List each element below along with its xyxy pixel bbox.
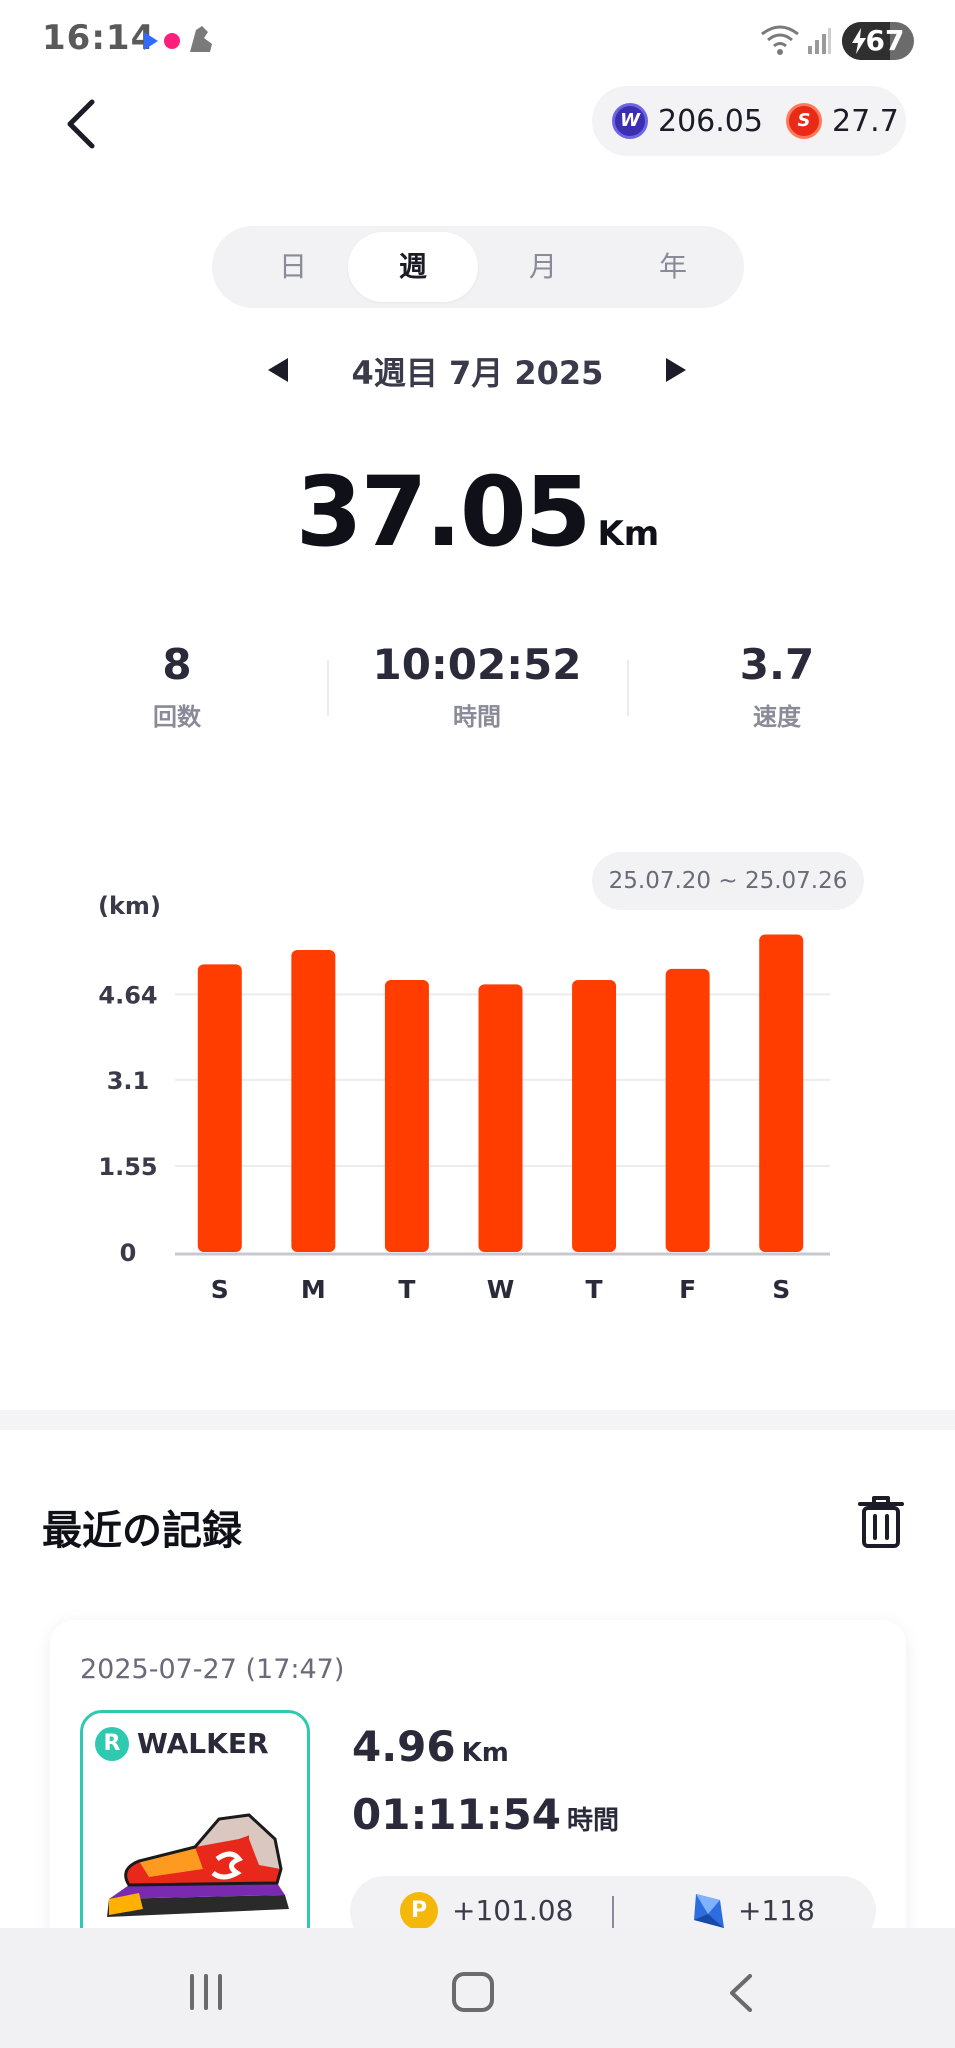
x-tick-label: T [586, 1275, 603, 1304]
bar [665, 968, 710, 1252]
rarity-badge: R [95, 1727, 129, 1761]
balance-s: 27.7 [832, 104, 899, 139]
stat-time: 10:02:52 時間 [372, 640, 582, 731]
bar [759, 934, 804, 1252]
week-navigator: 4週目 7月 2025 [0, 340, 955, 400]
previous-week-icon[interactable] [268, 358, 288, 382]
reward-gems: +118 [738, 1894, 815, 1927]
record-time: 01:11:54 時間 [352, 1790, 619, 1839]
token-balance[interactable]: W 206.05 S 27.7 [592, 86, 906, 156]
x-tick-label: M [301, 1275, 326, 1304]
weekly-distance-chart: (km) 0 1.55 3.1 4.64 S M T W T F S [98, 892, 830, 1304]
bar [384, 979, 429, 1252]
bar [572, 979, 617, 1252]
tab-week[interactable]: 週 [348, 232, 478, 302]
trash-icon[interactable] [856, 1494, 906, 1550]
stat-speed: 3.7 速度 [739, 640, 815, 731]
tab-year[interactable]: 年 [608, 232, 738, 302]
balance-w: 206.05 [658, 104, 763, 139]
recent-records-title: 最近の記録 [42, 1508, 242, 1554]
w-coin-icon: W [612, 103, 648, 139]
signal-icon [808, 28, 831, 54]
bar [291, 949, 336, 1252]
status-bar: 16:14 67 [0, 0, 955, 84]
reward-divider [612, 1896, 614, 1928]
home-icon[interactable] [452, 1972, 494, 2012]
week-label: 4週目 7月 2025 [351, 354, 604, 392]
y-tick-label: 4.64 [98, 981, 157, 1009]
section-divider [0, 1410, 955, 1430]
tab-month[interactable]: 月 [478, 232, 608, 302]
status-time: 16:14 [42, 18, 156, 58]
system-navigation-bar [0, 1928, 955, 2048]
period-tabs: 日 週 月 年 [212, 226, 744, 308]
x-tick-label: S [211, 1275, 229, 1304]
battery-indicator: 67 [842, 22, 914, 60]
recent-apps-icon[interactable] [186, 1974, 226, 2010]
gem-icon [694, 1894, 724, 1928]
sneaker-notification-icon [190, 26, 212, 52]
total-distance-value: 37.05 [295, 456, 592, 568]
x-tick-label: T [398, 1275, 415, 1304]
y-tick-label: 0 [120, 1239, 137, 1267]
bar [197, 964, 242, 1252]
total-distance: 37.05 Km [0, 456, 955, 568]
stat-count: 8 回数 [153, 640, 201, 731]
record-date: 2025-07-27 (17:47) [80, 1654, 345, 1685]
s-coin-icon: S [786, 103, 822, 139]
y-tick-label: 3.1 [107, 1067, 150, 1095]
total-distance-unit: Km [597, 514, 660, 554]
bar [478, 984, 523, 1252]
x-tick-label: W [487, 1275, 515, 1304]
sneaker-image [107, 1813, 289, 1917]
tab-day[interactable]: 日 [228, 232, 358, 302]
reward-points: +101.08 [452, 1894, 574, 1927]
shoe-type-label: WALKER [137, 1727, 269, 1760]
x-tick-label: F [679, 1275, 696, 1304]
y-tick-label: 1.55 [98, 1153, 157, 1181]
wifi-icon [761, 25, 799, 55]
y-unit-label: (km) [98, 892, 161, 920]
nav-back-icon[interactable] [726, 1972, 756, 2014]
x-tick-label: S [772, 1275, 790, 1304]
record-distance: 4.96 Km [352, 1722, 509, 1771]
next-week-icon[interactable] [666, 358, 686, 382]
point-coin-icon: P [400, 1892, 438, 1930]
shoe-thumbnail: R WALKER [80, 1710, 310, 1960]
back-arrow-icon[interactable] [58, 96, 106, 152]
